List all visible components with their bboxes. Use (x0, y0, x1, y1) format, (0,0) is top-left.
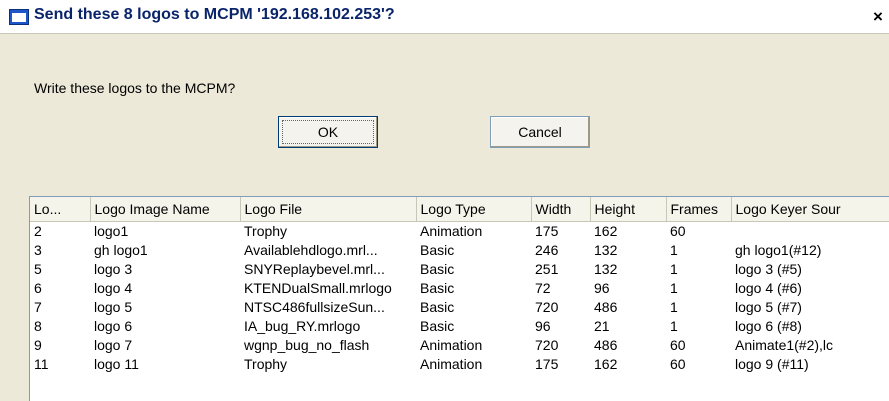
close-icon[interactable]: × (867, 6, 889, 28)
cell-height: 486 (594, 299, 618, 315)
cell-logo-type: Animation (420, 337, 483, 353)
cell-logo-number: 7 (34, 299, 42, 315)
table-row[interactable]: 3 gh logo1 Availablehdlogo.mrl... Basic 246 1… (30, 241, 889, 260)
cancel-button[interactable]: Cancel (490, 116, 590, 148)
prompt-text: Write these logos to the MCPM? (34, 80, 236, 96)
cell-width: 96 (535, 318, 551, 334)
cell-logo-keyer-source: logo 3 (#5) (735, 261, 802, 277)
cell-width: 175 (535, 356, 559, 372)
table-row[interactable]: 9 logo 7 wgnp_bug_no_flash Animation 720 486 6… (30, 336, 889, 355)
cell-logo-keyer-source: logo 6 (#8) (735, 318, 802, 334)
column-header-height[interactable]: Height (590, 197, 667, 222)
column-header-logo-number[interactable]: Lo... (30, 197, 91, 222)
cell-logo-number: 8 (34, 318, 42, 334)
cell-frames: 1 (670, 318, 678, 334)
cell-width: 72 (535, 280, 551, 296)
cell-logo-type: Basic (420, 261, 455, 277)
cell-frames: 60 (670, 356, 686, 372)
title-bar[interactable]: Send these 8 logos to MCPM '192.168.102.… (0, 0, 889, 34)
cell-frames: 1 (670, 299, 678, 315)
cell-logo-file: wgnp_bug_no_flash (244, 337, 370, 353)
cell-logo-number: 9 (34, 337, 42, 353)
focus-rect (282, 120, 374, 144)
column-header-logo-type[interactable]: Logo Type (416, 197, 532, 222)
cell-frames: 1 (670, 261, 678, 277)
cell-logo-number: 5 (34, 261, 42, 277)
logos-list-view[interactable]: Lo... Logo Image Name Logo File Logo Typ… (29, 196, 889, 401)
cell-logo-type: Animation (420, 223, 483, 239)
cell-logo-type: Basic (420, 299, 455, 315)
cancel-button-label: Cancel (518, 124, 562, 140)
cell-width: 175 (535, 223, 559, 239)
cell-logo-image-name: logo 3 (94, 261, 133, 277)
cell-frames: 1 (670, 280, 678, 296)
cell-logo-keyer-source: gh logo1(#12) (735, 242, 822, 258)
cell-logo-number: 2 (34, 223, 42, 239)
cell-logo-file: NTSC486fullsizeSun... (244, 299, 385, 315)
table-header-row: Lo... Logo Image Name Logo File Logo Typ… (30, 197, 889, 222)
cell-frames: 60 (670, 223, 686, 239)
logos-table: Lo... Logo Image Name Logo File Logo Typ… (30, 197, 889, 374)
cell-logo-file: IA_bug_RY.mrlogo (244, 318, 361, 334)
cell-width: 251 (535, 261, 559, 277)
table-row[interactable]: 2 logo1 Trophy Animation 175 162 60 (30, 222, 889, 242)
cell-logo-file: SNYReplaybevel.mrl... (244, 261, 385, 277)
cell-logo-keyer-source: logo 5 (#7) (735, 299, 802, 315)
cell-frames: 1 (670, 242, 678, 258)
cell-logo-image-name: gh logo1 (94, 242, 148, 258)
cell-logo-type: Basic (420, 318, 455, 334)
cell-frames: 60 (670, 337, 686, 353)
column-header-logo-file[interactable]: Logo File (240, 197, 417, 222)
cell-logo-file: Trophy (244, 223, 288, 239)
cell-logo-file: Availablehdlogo.mrl... (244, 242, 378, 258)
cell-logo-number: 6 (34, 280, 42, 296)
cell-width: 720 (535, 299, 559, 315)
cell-height: 21 (594, 318, 610, 334)
table-row[interactable]: 11 logo 11 Trophy Animation 175 162 60 logo 9 (… (30, 355, 889, 374)
cell-logo-type: Basic (420, 242, 455, 258)
ok-button[interactable]: OK (278, 116, 378, 148)
cell-height: 132 (594, 261, 618, 277)
cell-logo-image-name: logo 4 (94, 280, 133, 296)
cell-logo-image-name: logo 5 (94, 299, 133, 315)
table-row[interactable]: 8 logo 6 IA_bug_RY.mrlogo Basic 96 21 1 logo 6 … (30, 317, 889, 336)
cell-logo-number: 11 (34, 356, 49, 372)
table-row[interactable]: 7 logo 5 NTSC486fullsizeSun... Basic 720 486 1… (30, 298, 889, 317)
cell-logo-image-name: logo 7 (94, 337, 133, 353)
cell-logo-image-name: logo 11 (94, 356, 139, 372)
app-window-icon (9, 9, 29, 25)
table-row[interactable]: 6 logo 4 KTENDualSmall.mrlogo Basic 72 96 1 log… (30, 279, 889, 298)
cell-logo-type: Animation (420, 356, 483, 372)
cell-logo-keyer-source: logo 9 (#11) (735, 356, 809, 372)
cell-logo-file: KTENDualSmall.mrlogo (244, 280, 392, 296)
cell-logo-keyer-source: logo 4 (#6) (735, 280, 802, 296)
cell-height: 132 (594, 242, 618, 258)
column-header-width[interactable]: Width (531, 197, 591, 222)
cell-logo-number: 3 (34, 242, 42, 258)
cell-logo-keyer-source (731, 222, 889, 242)
window-title: Send these 8 logos to MCPM '192.168.102.… (34, 6, 395, 23)
cell-height: 96 (594, 280, 610, 296)
column-header-logo-keyer-source[interactable]: Logo Keyer Sour (731, 197, 889, 222)
cell-height: 162 (594, 223, 618, 239)
cell-logo-image-name: logo1 (94, 223, 129, 239)
cell-logo-image-name: logo 6 (94, 318, 133, 334)
cell-width: 720 (535, 337, 559, 353)
cell-height: 486 (594, 337, 618, 353)
cell-logo-type: Basic (420, 280, 455, 296)
column-header-frames[interactable]: Frames (666, 197, 732, 222)
cell-height: 162 (594, 356, 618, 372)
cell-width: 246 (535, 242, 559, 258)
table-row[interactable]: 5 logo 3 SNYReplaybevel.mrl... Basic 251 132 1… (30, 260, 889, 279)
column-header-logo-image-name[interactable]: Logo Image Name (90, 197, 241, 222)
cell-logo-file: Trophy (244, 356, 288, 372)
cell-logo-keyer-source: Animate1(#2),lc (735, 337, 834, 353)
